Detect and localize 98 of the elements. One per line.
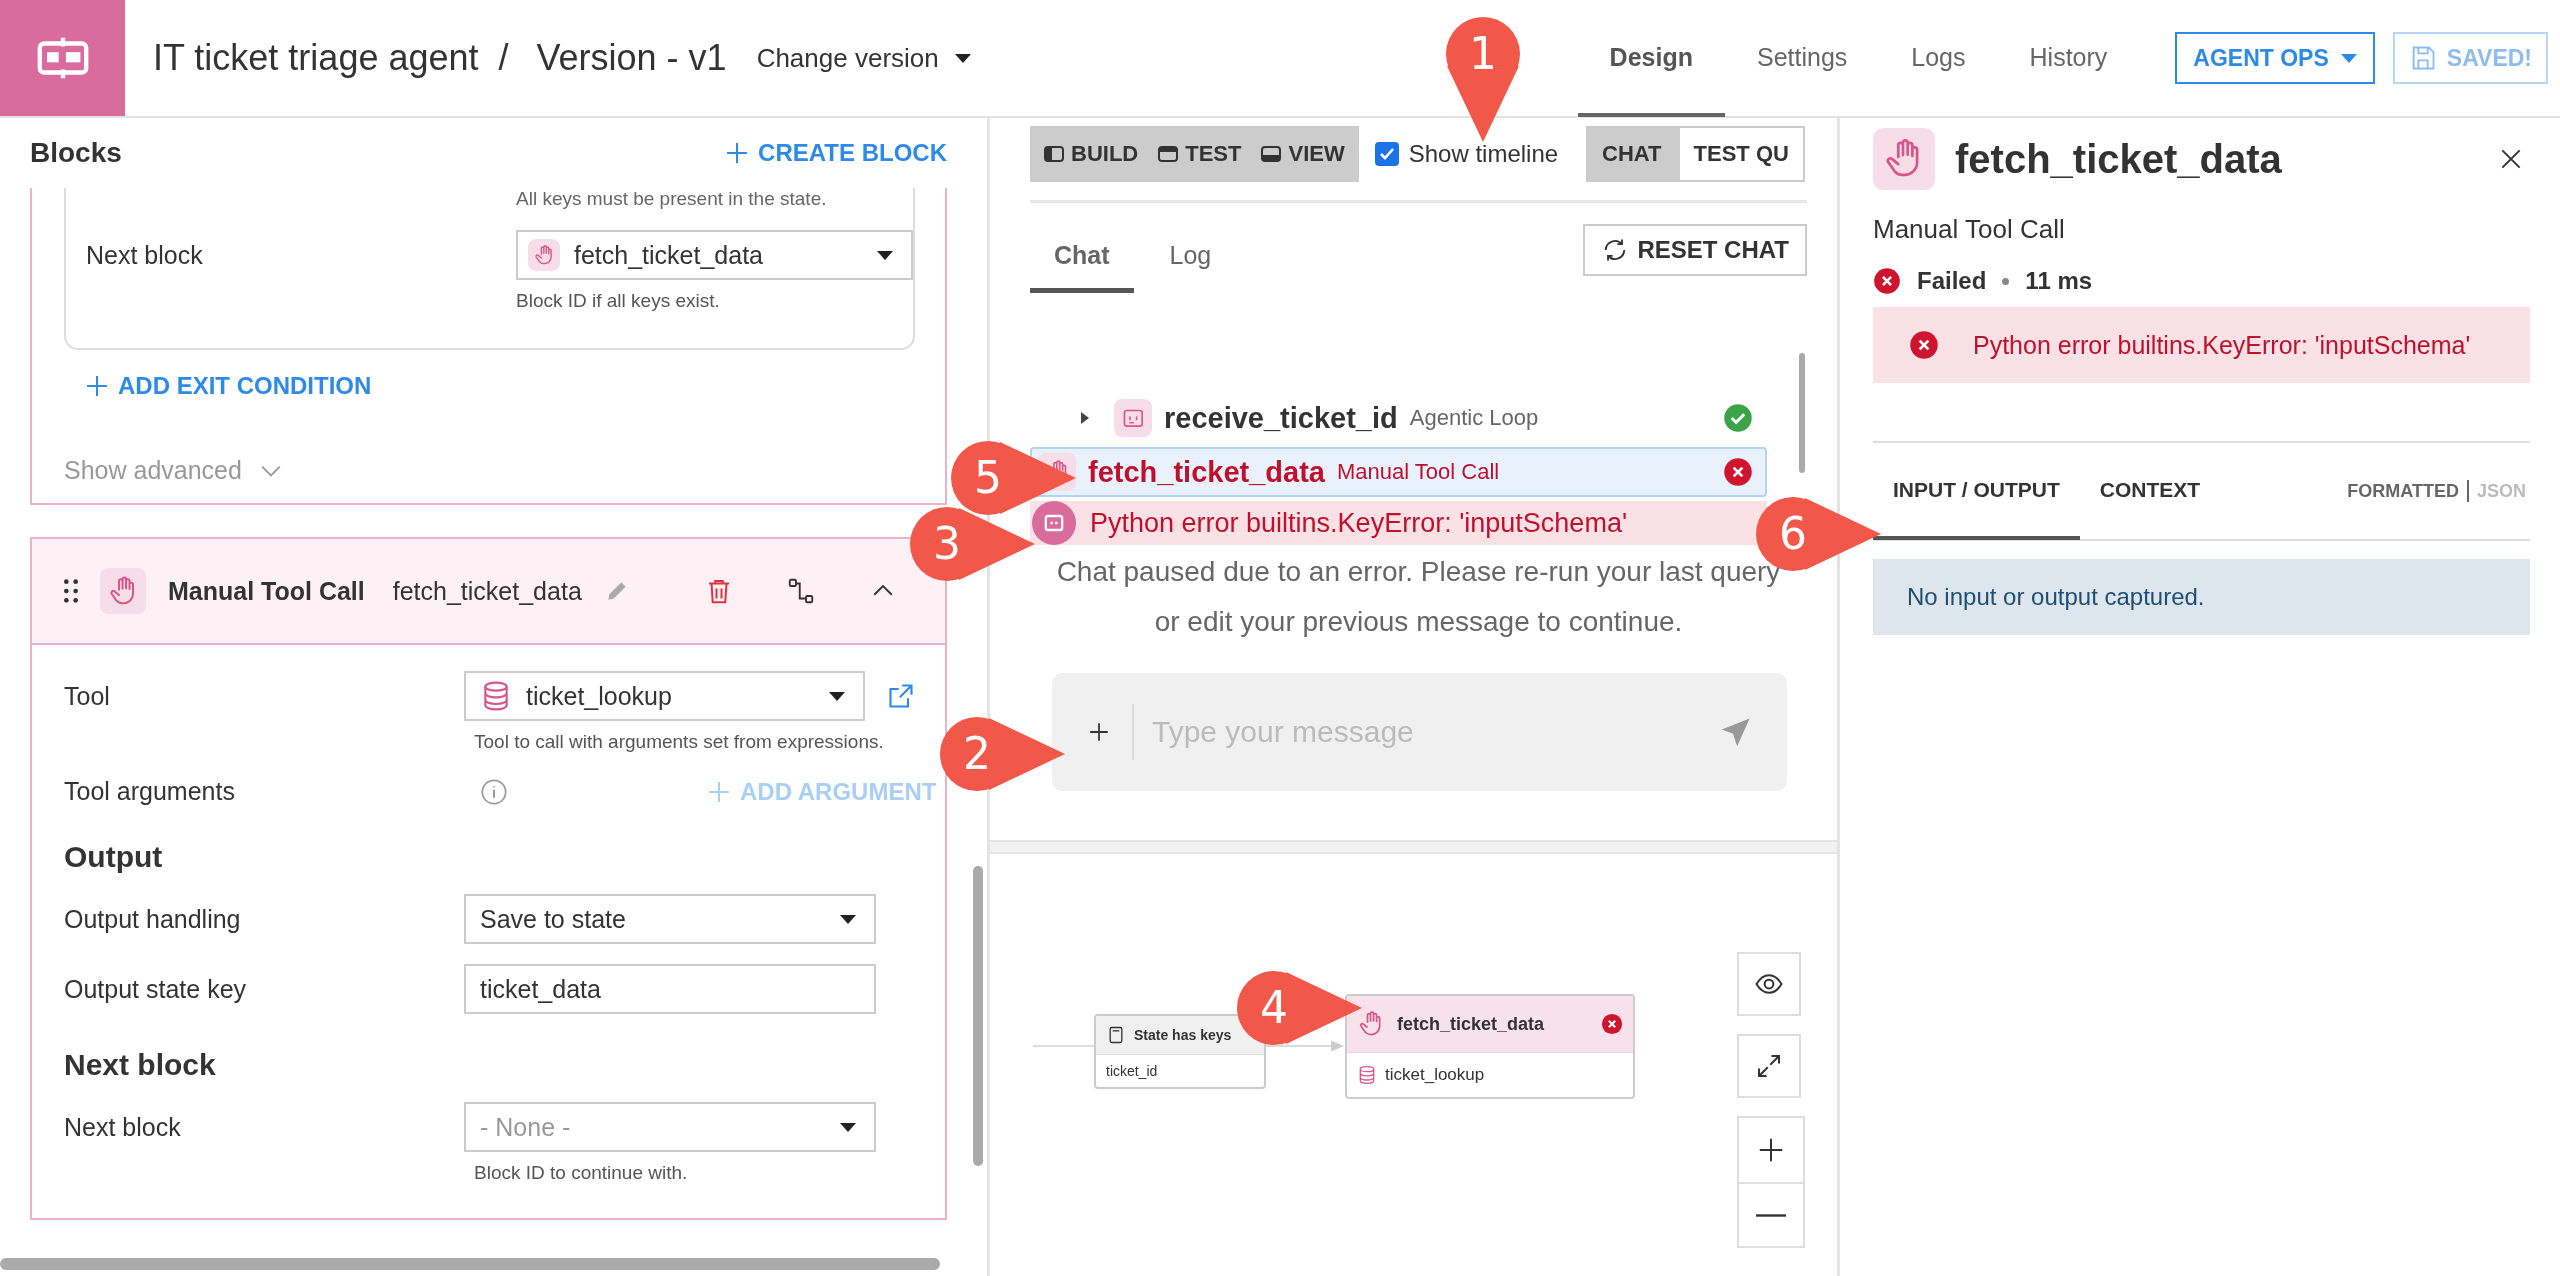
field-label: Output state key bbox=[64, 974, 248, 1004]
section-heading: Next block bbox=[64, 1048, 217, 1082]
plus-icon bbox=[86, 375, 108, 397]
caret-icon bbox=[840, 914, 856, 924]
caret-icon bbox=[829, 691, 845, 701]
block-type: Manual Tool Call bbox=[1873, 214, 2066, 245]
node-detail: ticket_id bbox=[1106, 1063, 1158, 1079]
details-tab[interactable]: CONTEXT bbox=[2079, 444, 2221, 540]
show-timeline-checkbox[interactable] bbox=[1374, 142, 1399, 166]
hand-icon bbox=[1873, 128, 1935, 190]
caret-icon bbox=[877, 250, 893, 260]
reset-chat-button[interactable]: RESET CHAT bbox=[1583, 224, 1807, 276]
empty-state-message: No input or output captured. bbox=[1873, 559, 2530, 635]
flow-node[interactable]: fetch_ticket_data ticket_lookup bbox=[1345, 994, 1635, 1099]
output-state-key-field[interactable]: ticket_data bbox=[464, 964, 876, 1014]
change-version-dropdown[interactable]: Change version bbox=[750, 41, 977, 75]
nav-tab[interactable]: Settings bbox=[1724, 1, 1880, 117]
step-name: receive_ticket_id bbox=[1164, 401, 1398, 435]
error-message: Python error builtins.KeyError: 'inputSchema' bbox=[1973, 330, 2471, 360]
resize-handle[interactable] bbox=[990, 840, 1837, 854]
chat-tab[interactable]: Chat bbox=[1030, 223, 1134, 293]
step-type: Manual Tool Call bbox=[1336, 459, 1500, 485]
chevron-down-icon bbox=[259, 463, 282, 478]
mode-button[interactable]: VIEW bbox=[1251, 126, 1355, 182]
hand-icon bbox=[100, 568, 146, 614]
field-label: Next block bbox=[86, 240, 204, 270]
block-type: Manual Tool Call bbox=[168, 576, 365, 606]
next-block-select[interactable]: fetch_ticket_data bbox=[516, 230, 913, 280]
info-icon[interactable] bbox=[480, 777, 508, 806]
step-type: Agentic Loop bbox=[1409, 405, 1539, 431]
node-detail: ticket_lookup bbox=[1385, 1065, 1485, 1085]
duration-text: 11 ms bbox=[2025, 267, 2093, 295]
robot-icon bbox=[1114, 399, 1152, 437]
help-text: Block ID if all keys exist. bbox=[515, 290, 721, 312]
database-icon bbox=[1357, 1065, 1377, 1085]
add-exit-condition-button[interactable]: ADD EXIT CONDITION bbox=[86, 372, 372, 400]
view-toggle[interactable]: TEST QU bbox=[1677, 126, 1805, 182]
layout-icon bbox=[1044, 146, 1064, 162]
scrollbar[interactable] bbox=[1799, 353, 1805, 473]
external-link-icon[interactable] bbox=[887, 682, 915, 710]
callout-number: 2 bbox=[962, 728, 992, 780]
nav-tab[interactable]: History bbox=[1997, 1, 2140, 117]
caret-icon bbox=[954, 53, 971, 63]
plus-icon bbox=[708, 780, 730, 803]
nav-tab[interactable]: Logs bbox=[1879, 1, 1998, 117]
mode-button[interactable]: TEST bbox=[1148, 126, 1252, 182]
create-block-button[interactable]: CREATE BLOCK bbox=[726, 139, 947, 167]
plus-icon bbox=[726, 142, 749, 164]
mode-button[interactable]: BUILD bbox=[1034, 126, 1149, 182]
panel-title: Blocks bbox=[30, 137, 123, 169]
error-message: Python error builtins.KeyError: 'inputSchema' bbox=[1090, 507, 1628, 539]
field-label: Next block bbox=[64, 1112, 182, 1142]
help-text: All keys must be present in the state. bbox=[515, 188, 828, 210]
agent-ops-button[interactable]: AGENT OPS bbox=[2175, 32, 2375, 84]
timeline-entry[interactable]: fetch_ticket_data Manual Tool Call bbox=[1030, 447, 1767, 497]
output-handling-select[interactable]: Save to state bbox=[464, 894, 876, 944]
timeline-entry[interactable]: receive_ticket_id Agentic Loop bbox=[1030, 393, 1767, 443]
status-text: Failed bbox=[1917, 267, 1987, 295]
layout-icon bbox=[1158, 146, 1179, 162]
scrollbar[interactable] bbox=[973, 866, 983, 1166]
version-title: Version - v1 bbox=[536, 37, 727, 79]
agent-title: IT ticket triage agent bbox=[153, 37, 479, 79]
chat-tab[interactable]: Log bbox=[1145, 223, 1236, 293]
callout-number: 5 bbox=[973, 452, 1003, 504]
visibility-button[interactable] bbox=[1737, 952, 1801, 1016]
expand-caret-icon[interactable] bbox=[1080, 411, 1090, 425]
caret-icon bbox=[2340, 53, 2357, 63]
details-tab[interactable]: INPUT / OUTPUT bbox=[1873, 444, 2080, 540]
separator-dot bbox=[2002, 277, 2010, 285]
app-logo[interactable] bbox=[0, 0, 125, 116]
step-name: fetch_ticket_data bbox=[1088, 455, 1325, 489]
layout-icon bbox=[1261, 146, 1282, 162]
error-icon bbox=[1909, 330, 1939, 360]
help-text: Block ID to continue with. bbox=[473, 1162, 689, 1184]
send-icon[interactable] bbox=[1721, 717, 1751, 747]
tool-select[interactable]: ticket_lookup bbox=[464, 671, 865, 721]
help-text: Tool to call with arguments set from expressions. bbox=[473, 731, 885, 753]
field-label: Tool arguments bbox=[64, 777, 236, 806]
checkbox-label[interactable]: Show timeline bbox=[1408, 140, 1559, 168]
node-title: fetch_ticket_data bbox=[1397, 1013, 1545, 1035]
section-heading: Output bbox=[64, 840, 164, 874]
block-name: fetch_ticket_data bbox=[392, 576, 582, 606]
callout-number: 1 bbox=[1468, 28, 1498, 80]
fit-view-button[interactable] bbox=[1737, 1034, 1801, 1098]
drag-handle-icon[interactable] bbox=[64, 579, 78, 603]
view-toggle[interactable]: CHAT bbox=[1586, 126, 1678, 182]
format-toggle[interactable]: FORMATTED bbox=[2343, 480, 2463, 502]
field-label: Output handling bbox=[64, 904, 242, 934]
breadcrumb-separator: / bbox=[498, 37, 509, 79]
robot-icon bbox=[1032, 501, 1076, 545]
hand-icon bbox=[528, 239, 560, 271]
minus-icon bbox=[1756, 1213, 1786, 1217]
details-title: fetch_ticket_data bbox=[1955, 136, 2282, 182]
node-title: State has keys bbox=[1134, 1027, 1232, 1043]
caret-icon bbox=[840, 1122, 856, 1132]
field-label: Tool bbox=[64, 681, 111, 711]
scrollbar[interactable] bbox=[0, 1258, 940, 1270]
add-icon[interactable] bbox=[1088, 721, 1110, 743]
